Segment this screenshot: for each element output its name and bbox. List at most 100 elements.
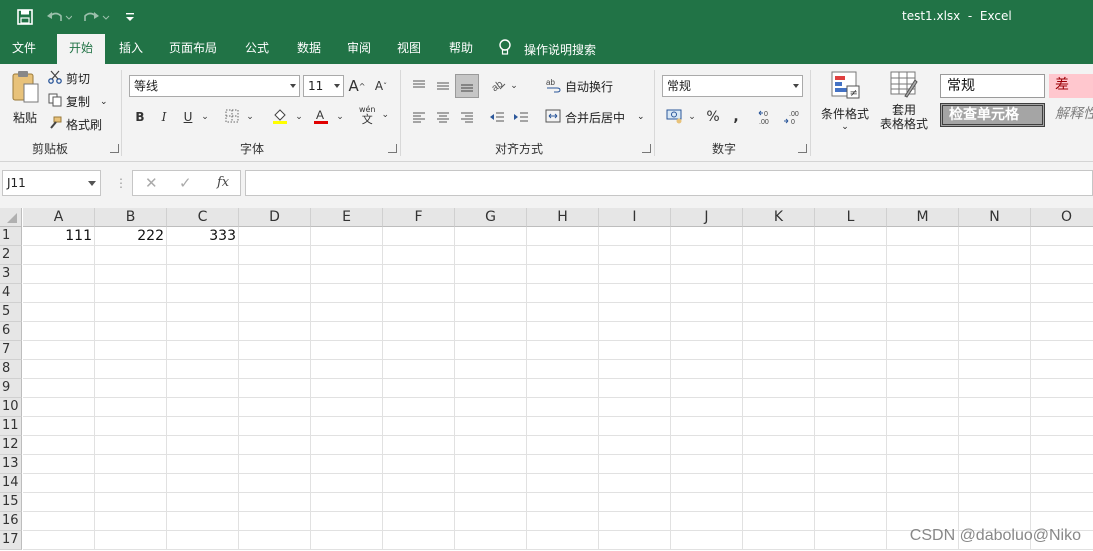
format-as-table-button[interactable]: 套用 表格格式 <box>874 70 934 131</box>
cell-l5[interactable] <box>815 303 887 322</box>
cell-m6[interactable] <box>887 322 959 341</box>
cell-d10[interactable] <box>239 398 311 417</box>
cell-c5[interactable] <box>167 303 239 322</box>
cell-l14[interactable] <box>815 474 887 493</box>
style-check-cell[interactable]: 检查单元格 <box>940 103 1045 127</box>
cell-e1[interactable] <box>311 227 383 246</box>
align-left-icon[interactable] <box>410 106 428 128</box>
cell-g2[interactable] <box>455 246 527 265</box>
cell-e13[interactable] <box>311 455 383 474</box>
cell-i10[interactable] <box>599 398 671 417</box>
cell-a1[interactable]: 111 <box>23 227 95 246</box>
cell-g1[interactable] <box>455 227 527 246</box>
cell-k13[interactable] <box>743 455 815 474</box>
cell-d4[interactable] <box>239 284 311 303</box>
cell-i11[interactable] <box>599 417 671 436</box>
cell-b10[interactable] <box>95 398 167 417</box>
cell-l15[interactable] <box>815 493 887 512</box>
worksheet-grid[interactable]: ABCDEFGHIJKLMNO 1 2 3 4 5 6 7 8 9 10 11 12 13 14 15 16 1… <box>0 208 1093 551</box>
cell-g10[interactable] <box>455 398 527 417</box>
cell-k3[interactable] <box>743 265 815 284</box>
cell-h14[interactable] <box>527 474 599 493</box>
cell-h5[interactable] <box>527 303 599 322</box>
cell-b12[interactable] <box>95 436 167 455</box>
cell-i12[interactable] <box>599 436 671 455</box>
cell-l10[interactable] <box>815 398 887 417</box>
cell-n9[interactable] <box>959 379 1031 398</box>
cell-b7[interactable] <box>95 341 167 360</box>
formula-input[interactable] <box>245 170 1093 196</box>
cell-j6[interactable] <box>671 322 743 341</box>
font-size-combo[interactable]: 11 <box>303 75 344 97</box>
cell-h12[interactable] <box>527 436 599 455</box>
cell-n14[interactable] <box>959 474 1031 493</box>
row-header-8[interactable]: 8 <box>0 360 22 379</box>
cell-b4[interactable] <box>95 284 167 303</box>
cell-e2[interactable] <box>311 246 383 265</box>
align-top-icon[interactable] <box>410 75 428 97</box>
cell-b3[interactable] <box>95 265 167 284</box>
cell-j12[interactable] <box>671 436 743 455</box>
cell-i15[interactable] <box>599 493 671 512</box>
cell-f12[interactable] <box>383 436 455 455</box>
cell-g5[interactable] <box>455 303 527 322</box>
cell-a10[interactable] <box>23 398 95 417</box>
cell-j5[interactable] <box>671 303 743 322</box>
cell-a11[interactable] <box>23 417 95 436</box>
cell-k16[interactable] <box>743 512 815 531</box>
cell-a5[interactable] <box>23 303 95 322</box>
cell-f13[interactable] <box>383 455 455 474</box>
cell-a8[interactable] <box>23 360 95 379</box>
cell-j17[interactable] <box>671 531 743 550</box>
cell-j14[interactable] <box>671 474 743 493</box>
cell-j4[interactable] <box>671 284 743 303</box>
cell-n11[interactable] <box>959 417 1031 436</box>
column-header-m[interactable]: M <box>887 208 959 227</box>
cell-l17[interactable] <box>815 531 887 550</box>
cell-n3[interactable] <box>959 265 1031 284</box>
cell-b6[interactable] <box>95 322 167 341</box>
cell-k8[interactable] <box>743 360 815 379</box>
tab-help[interactable]: 帮助 <box>438 34 484 64</box>
underline-button[interactable]: U <box>180 106 196 128</box>
cell-i9[interactable] <box>599 379 671 398</box>
cell-i5[interactable] <box>599 303 671 322</box>
cell-k4[interactable] <box>743 284 815 303</box>
column-header-l[interactable]: L <box>815 208 887 227</box>
cell-a2[interactable] <box>23 246 95 265</box>
row-header-14[interactable]: 14 <box>0 474 22 493</box>
cell-c7[interactable] <box>167 341 239 360</box>
merge-dropdown-icon[interactable]: ⌄ <box>637 112 645 122</box>
cell-h13[interactable] <box>527 455 599 474</box>
cell-k15[interactable] <box>743 493 815 512</box>
cell-c3[interactable] <box>167 265 239 284</box>
cell-f6[interactable] <box>383 322 455 341</box>
tell-me-search[interactable]: 操作说明搜索 <box>498 34 596 64</box>
cell-h16[interactable] <box>527 512 599 531</box>
cell-j7[interactable] <box>671 341 743 360</box>
redo-icon[interactable] <box>82 6 112 28</box>
name-box[interactable]: J11 <box>2 170 101 196</box>
cell-g3[interactable] <box>455 265 527 284</box>
row-header-5[interactable]: 5 <box>0 303 22 322</box>
increase-indent-icon[interactable] <box>512 106 530 128</box>
cell-g13[interactable] <box>455 455 527 474</box>
cell-n7[interactable] <box>959 341 1031 360</box>
cell-m3[interactable] <box>887 265 959 284</box>
row-header-17[interactable]: 17 <box>0 531 22 550</box>
cell-d9[interactable] <box>239 379 311 398</box>
cell-j2[interactable] <box>671 246 743 265</box>
cell-c6[interactable] <box>167 322 239 341</box>
cell-e7[interactable] <box>311 341 383 360</box>
copy-button[interactable]: 复制 ⌄ <box>48 93 108 110</box>
cell-o14[interactable] <box>1031 474 1093 493</box>
insert-function-icon[interactable]: fx <box>217 175 229 190</box>
font-name-combo[interactable]: 等线 <box>129 75 300 97</box>
cell-k7[interactable] <box>743 341 815 360</box>
cell-o15[interactable] <box>1031 493 1093 512</box>
copy-dropdown-icon[interactable]: ⌄ <box>100 97 108 107</box>
cell-j8[interactable] <box>671 360 743 379</box>
cell-n6[interactable] <box>959 322 1031 341</box>
cell-e6[interactable] <box>311 322 383 341</box>
italic-button[interactable]: I <box>156 106 172 128</box>
